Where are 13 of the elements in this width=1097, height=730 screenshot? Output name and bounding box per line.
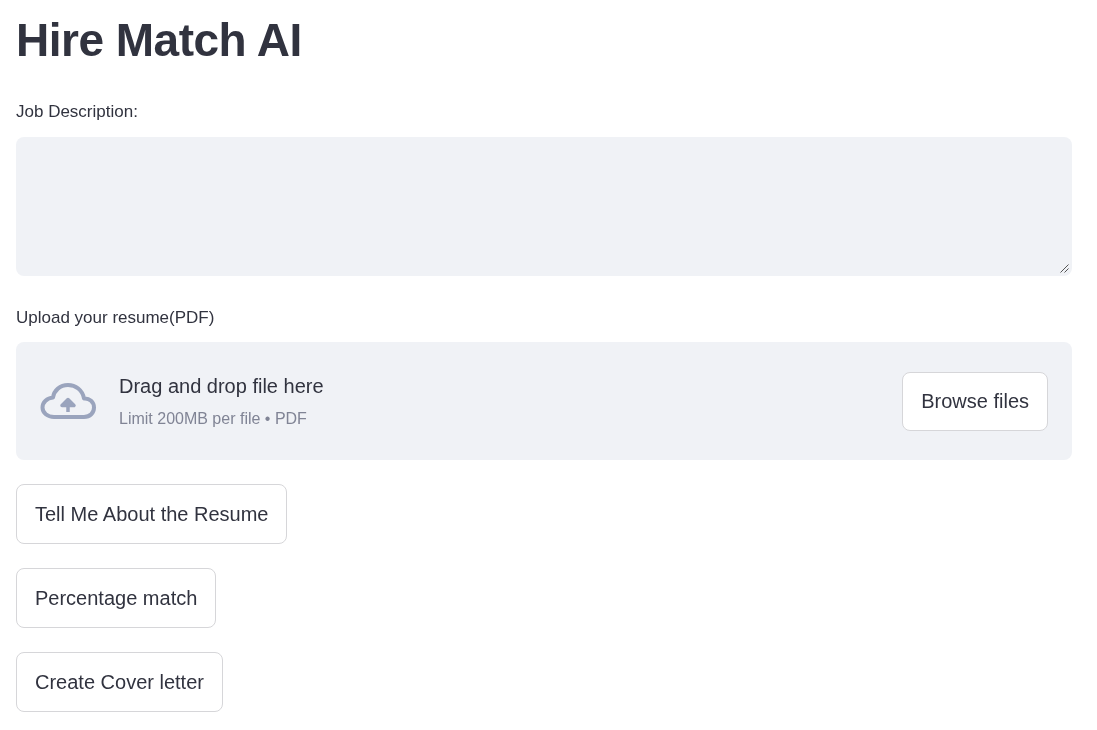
page-title: Hire Match AI [16,13,302,68]
file-dropzone[interactable]: Drag and drop file here Limit 200MB per file • PDF Browse files [16,342,1072,460]
field-label: Upload your resume(PDF) [16,307,215,329]
job-description-field[interactable] [16,137,1072,276]
action-button[interactable]: Create Cover letter [16,652,223,712]
file-limit-note: Limit 200MB per file • PDF [119,409,308,429]
field-label: Job Description: [16,101,138,123]
dropzone-instruction: Drag and drop file here [119,374,324,399]
action-button[interactable]: Percentage match [16,568,217,628]
action-button[interactable]: Tell Me About the Resume [16,484,288,544]
cloud-upload-icon [40,382,96,420]
resize-handle-icon[interactable] [1060,264,1069,273]
browse-files-button[interactable]: Browse files [902,371,1048,431]
